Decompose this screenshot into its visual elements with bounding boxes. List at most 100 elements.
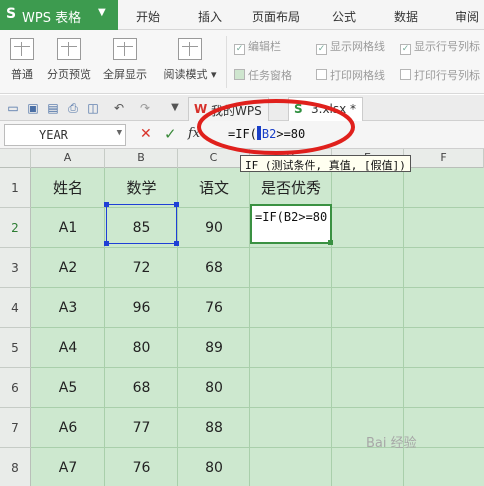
row-header[interactable]: 2 — [0, 208, 31, 248]
reading-mode-button[interactable]: 阅读模式 ▾ — [158, 34, 222, 90]
row-header[interactable]: 3 — [0, 248, 31, 288]
column-header-f[interactable]: F — [404, 149, 484, 168]
select-all-corner[interactable] — [0, 149, 31, 168]
table-cell[interactable] — [250, 448, 332, 486]
table-cell[interactable]: 88 — [178, 408, 250, 448]
menu-item-page-layout[interactable]: 页面布局 — [252, 8, 300, 25]
formula-suffix: >=80 — [276, 127, 306, 141]
print-preview-icon[interactable]: ◫ — [86, 101, 100, 115]
table-cell[interactable]: 80 — [105, 328, 178, 368]
table-cell[interactable] — [250, 288, 332, 328]
table-cell[interactable]: 68 — [105, 368, 178, 408]
checkbox-box: ✓ — [400, 44, 411, 55]
full-screen-label: 全屏显示 — [103, 68, 147, 81]
row-header[interactable]: 6 — [0, 368, 31, 408]
header-cell[interactable]: 数学 — [105, 168, 178, 208]
menu-item-insert[interactable]: 插入 — [198, 8, 222, 25]
menu-item-formulas[interactable]: 公式 — [332, 8, 356, 25]
checkbox-box — [316, 69, 327, 80]
chevron-down-icon[interactable]: ▼ — [168, 101, 182, 115]
formula-input[interactable]: =IF(B2>=80 — [228, 126, 305, 141]
table-cell[interactable]: 77 — [105, 408, 178, 448]
ribbon-divider — [226, 36, 227, 88]
confirm-icon[interactable]: ✓ — [164, 125, 177, 143]
table-cell[interactable]: 89 — [178, 328, 250, 368]
export-pdf-icon[interactable]: ▤ — [46, 101, 60, 115]
menu-item-start[interactable]: 开始 — [136, 8, 160, 25]
reference-highlight-b2 — [104, 202, 179, 246]
name-box-value: YEAR — [39, 128, 68, 142]
table-cell[interactable] — [250, 248, 332, 288]
table-cell[interactable]: A3 — [31, 288, 105, 328]
tab-document[interactable]: S 3.xlsx * — [288, 97, 364, 121]
row-header[interactable]: 4 — [0, 288, 31, 328]
table-cell[interactable]: 76 — [105, 448, 178, 486]
fill-handle[interactable] — [328, 240, 333, 245]
checkbox-label: 显示网格线 — [330, 40, 385, 53]
column-header-b[interactable]: B — [105, 149, 178, 168]
menu-item-data[interactable]: 数据 — [394, 8, 418, 25]
checkbox-print-gridlines[interactable]: 打印网格线 — [316, 67, 385, 83]
table-cell[interactable]: 68 — [178, 248, 250, 288]
redo-icon[interactable]: ↷ — [138, 101, 152, 115]
checkbox-box — [400, 69, 411, 80]
active-cell-content: =IF(B2>=80 — [255, 210, 328, 224]
tab-label: 我的WPS — [211, 104, 262, 118]
header-cell[interactable]: 是否优秀 — [250, 168, 332, 208]
table-cell[interactable]: A7 — [31, 448, 105, 486]
open-folder-icon[interactable]: ▭ — [6, 101, 20, 115]
table-cell[interactable]: A4 — [31, 328, 105, 368]
menu-bar: S WPS 表格 ▼ 开始 插入 页面布局 公式 数据 审阅 — [0, 0, 484, 30]
resize-handle[interactable] — [104, 202, 109, 207]
row-header[interactable]: 8 — [0, 448, 31, 486]
menu-item-review[interactable]: 审阅 — [455, 8, 479, 25]
table-cell[interactable]: 90 — [178, 208, 250, 248]
table-cell[interactable]: A6 — [31, 408, 105, 448]
table-cell[interactable]: 96 — [105, 288, 178, 328]
resize-handle[interactable] — [104, 241, 109, 246]
table-cell[interactable] — [250, 328, 332, 368]
spreadsheet-icon: S — [294, 102, 303, 116]
checkbox-label: 打印网格线 — [330, 69, 385, 82]
full-screen-button[interactable]: 全屏显示 — [102, 34, 148, 90]
row-header[interactable]: 1 — [0, 168, 31, 208]
checkbox-label: 任务窗格 — [248, 69, 292, 82]
name-box[interactable]: YEAR ▼ — [4, 124, 126, 146]
row-header[interactable]: 7 — [0, 408, 31, 448]
table-cell[interactable]: 80 — [178, 448, 250, 486]
active-cell-d2[interactable]: =IF(B2>=80 — [250, 204, 333, 245]
table-cell[interactable]: A5 — [31, 368, 105, 408]
chevron-down-icon[interactable]: ▼ — [117, 128, 122, 138]
tab-my-wps[interactable]: W 我的WPS — [188, 97, 269, 121]
table-cell[interactable]: A1 — [31, 208, 105, 248]
text-cursor — [256, 126, 261, 140]
column-header-a[interactable]: A — [31, 149, 105, 168]
checkbox-formula-bar[interactable]: ✓ 编辑栏 — [234, 38, 281, 55]
table-cell[interactable]: 76 — [178, 288, 250, 328]
undo-icon[interactable]: ↶ — [112, 101, 126, 115]
reading-mode-icon — [178, 38, 202, 60]
checkbox-show-gridlines[interactable]: ✓ 显示网格线 — [316, 38, 385, 55]
page-break-preview-label: 分页预览 — [47, 68, 91, 81]
page-break-preview-button[interactable]: 分页预览 — [46, 34, 92, 90]
table-cell[interactable] — [250, 408, 332, 448]
normal-view-button[interactable]: 普通 — [0, 34, 44, 90]
app-menu-button[interactable]: S WPS 表格 ▼ — [0, 0, 118, 30]
print-icon[interactable]: ⎙ — [66, 101, 80, 115]
row-header[interactable]: 5 — [0, 328, 31, 368]
table-cell[interactable]: 80 — [178, 368, 250, 408]
save-icon[interactable]: ▣ — [26, 101, 40, 115]
normal-view-icon — [10, 38, 34, 60]
table-cell[interactable]: A2 — [31, 248, 105, 288]
insert-function-button[interactable]: fx — [188, 126, 200, 141]
resize-handle[interactable] — [174, 202, 179, 207]
table-cell[interactable] — [250, 368, 332, 408]
header-cell[interactable]: 姓名 — [31, 168, 105, 208]
header-cell[interactable]: 语文 — [178, 168, 250, 208]
checkbox-task-pane[interactable]: 任务窗格 — [234, 67, 292, 83]
checkbox-show-headings[interactable]: ✓ 显示行号列标 — [400, 38, 480, 55]
checkbox-print-headings[interactable]: 打印行号列标 — [400, 67, 480, 83]
table-cell[interactable]: 72 — [105, 248, 178, 288]
cancel-icon[interactable]: ✕ — [140, 126, 152, 142]
resize-handle[interactable] — [174, 241, 179, 246]
